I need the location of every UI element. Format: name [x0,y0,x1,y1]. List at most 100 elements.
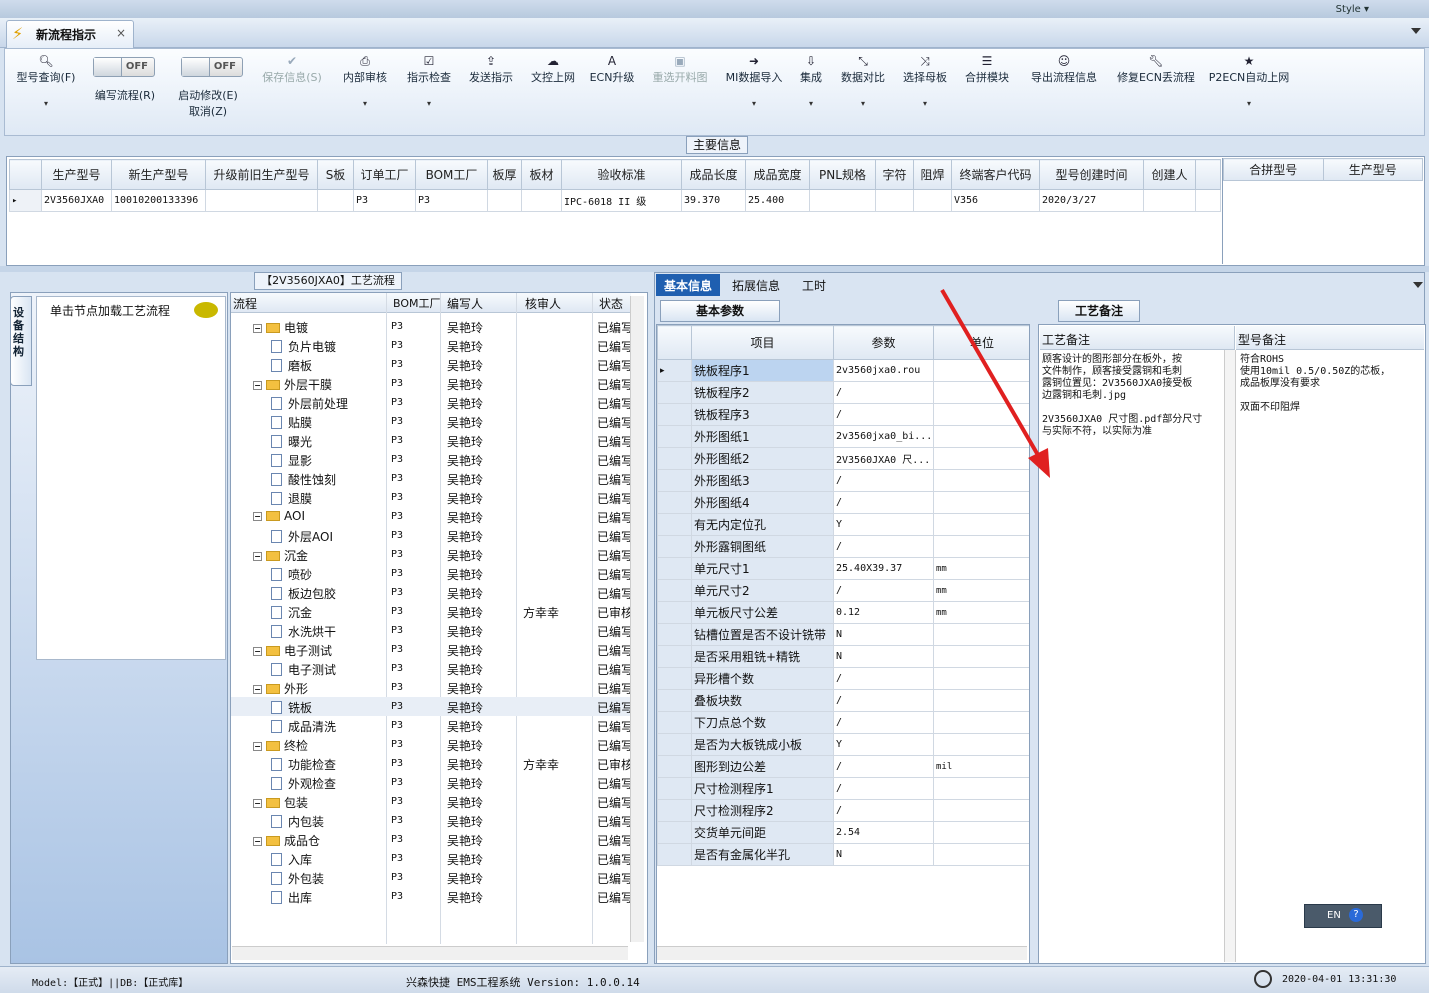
main-cell[interactable] [487,189,522,212]
tree-row[interactable]: 成品清洗 P3 吴艳玲 已编写 [231,716,631,735]
main-col-header[interactable]: 阻焊 [913,159,952,190]
tree-row[interactable]: − 电子测试 P3 吴艳玲 已编写 [231,640,631,659]
main-cell[interactable] [875,189,914,212]
tab-basic-info[interactable]: 基本信息 [656,274,721,296]
main-cell[interactable]: P3 [353,189,416,212]
language-bar[interactable]: EN ? [1304,904,1382,928]
param-value-cell[interactable]: / [833,799,934,822]
tree-row[interactable]: 外层AOI P3 吴艳玲 已编写 [231,526,631,545]
param-unit-cell[interactable]: mm [933,557,1029,580]
tree-row[interactable]: − 外形 P3 吴艳玲 已编写 [231,678,631,697]
process-note-text[interactable]: 顾客设计的图形部分在板外，按 文件制作，顾客接受露铜和毛刺 露铜位置见：2V35… [1042,354,1202,438]
edit-flow-toggle[interactable]: OFF [93,57,155,77]
param-value-cell[interactable]: N [833,623,934,646]
main-col-header[interactable]: 升级前旧生产型号 [205,159,318,190]
param-value-cell[interactable]: / [833,711,934,734]
tree-row[interactable]: − AOI P3 吴艳玲 已编写 [231,507,631,526]
ecn-upgrade-button[interactable]: A ECN升级 [587,53,637,85]
param-row[interactable]: 有无内定位孔 Y [657,513,1029,536]
param-unit-cell[interactable] [933,623,1029,646]
main-col-header[interactable]: 成品长度 [681,159,746,190]
tree-row[interactable]: 曝光 P3 吴艳玲 已编写 [231,431,631,450]
tree-row[interactable]: 喷砂 P3 吴艳玲 已编写 [231,564,631,583]
param-row[interactable]: 外形露铜图纸 / [657,535,1029,558]
main-cell[interactable] [521,189,562,212]
integrate-button[interactable]: ⇩ 集成 ▾ [793,53,829,108]
chevron-down-icon[interactable] [1413,282,1423,288]
main-cell[interactable]: V356 [951,189,1040,212]
param-value-cell[interactable]: / [833,403,934,426]
param-row[interactable]: 外形图纸4/ [657,491,1029,514]
param-value-cell[interactable]: 25.40X39.37 [833,557,934,580]
param-unit-cell[interactable] [933,733,1029,756]
tree-row[interactable]: − 电镀 P3 吴艳玲 已编写 [231,317,631,336]
tree-row[interactable]: 入库 P3 吴艳玲 已编写 [231,849,631,868]
model-query-button[interactable]: 🔍︎ 型号查询(F) ▾ [11,53,81,108]
param-row[interactable]: 单元尺寸2/mm [657,579,1029,602]
main-col-header[interactable]: 成品宽度 [745,159,810,190]
process-flow-vertical-scrollbar[interactable] [630,296,644,942]
note-scrollbar[interactable] [1224,350,1236,962]
main-cell[interactable]: 10010200133396 [111,189,206,212]
main-col-header[interactable]: 终端客户代码 [951,159,1040,190]
param-unit-cell[interactable]: mil [933,755,1029,778]
main-col-header[interactable]: 生产型号 [41,159,112,190]
tree-row[interactable]: 酸性蚀刻 P3 吴艳玲 已编写 [231,469,631,488]
param-unit-cell[interactable] [933,645,1029,668]
model-note-text[interactable]: 符合ROHS 使用10mil 0.5/0.50Z的芯板， 成品板厚没有要求 双面… [1240,354,1390,414]
instruction-check-button[interactable]: ☑ 指示检查 ▾ [401,53,457,108]
main-cell[interactable]: 2020/3/27 [1039,189,1144,212]
tree-row[interactable]: 负片电镀 P3 吴艳玲 已编写 [231,336,631,355]
start-modify-toggle[interactable]: OFF [181,57,243,77]
tree-row[interactable]: 出库 P3 吴艳玲 已编写 [231,887,631,906]
p2ecn-upload-button[interactable]: ★ P2ECN自动上网 ▾ [1205,53,1293,108]
param-value-cell[interactable]: 2V3560JXA0 尺... [833,447,934,470]
param-row[interactable]: 是否采用粗铣+精铣 N [657,645,1029,668]
cancel-label[interactable]: 取消(Z) [173,103,243,119]
help-icon[interactable]: ? [1349,908,1363,922]
main-cell[interactable] [205,189,318,212]
param-row[interactable]: 异形槽个数 / [657,667,1029,690]
param-unit-cell[interactable]: mm [933,579,1029,602]
table-row[interactable]: ▸ 2V3560JXA0 10010200133396 P3 P3 IPC-6018 II… [9,189,1221,212]
collapse-icon[interactable]: − [253,799,262,808]
param-unit-cell[interactable] [933,667,1029,690]
close-icon[interactable]: × [116,26,126,40]
main-col-header[interactable]: 新生产型号 [111,159,206,190]
param-row[interactable]: 下刀点总个数 / [657,711,1029,734]
equipment-tree-box[interactable] [36,296,226,660]
main-cell[interactable]: 25.400 [745,189,810,212]
main-col-header[interactable]: 板材 [521,159,562,190]
tree-row[interactable]: 退膜 P3 吴艳玲 已编写 [231,488,631,507]
tree-row[interactable]: 铣板 P3 吴艳玲 已编写 [231,697,631,716]
param-unit-cell[interactable] [933,491,1029,514]
tree-row[interactable]: 显影 P3 吴艳玲 已编写 [231,450,631,469]
tree-row[interactable]: − 终检 P3 吴艳玲 已编写 [231,735,631,754]
param-unit-cell[interactable]: mm [933,601,1029,624]
collapse-icon[interactable]: − [253,685,262,694]
param-unit-cell[interactable] [933,777,1029,800]
main-col-header[interactable]: S板 [317,159,354,190]
tree-row[interactable]: 贴膜 P3 吴艳玲 已编写 [231,412,631,431]
tree-row[interactable]: 板边包胶 P3 吴艳玲 已编写 [231,583,631,602]
mi-import-button[interactable]: ➜ MI数据导入 ▾ [721,53,787,108]
param-unit-cell[interactable] [933,689,1029,712]
main-cell[interactable] [913,189,952,212]
main-cell[interactable] [809,189,876,212]
param-unit-cell[interactable] [933,799,1029,822]
param-row[interactable]: 是否有金属化半孔 N [657,843,1029,866]
param-row[interactable]: 图形到边公差 / mil [657,755,1029,778]
param-value-cell[interactable]: / [833,469,934,492]
tree-row[interactable]: 功能检查 P3 吴艳玲 方幸幸 已审核 [231,754,631,773]
tree-row[interactable]: 沉金 P3 吴艳玲 方幸幸 已审核 [231,602,631,621]
chevron-down-icon[interactable] [1411,28,1421,34]
param-value-cell[interactable]: 0.12 [833,601,934,624]
tree-row[interactable]: − 沉金 P3 吴艳玲 已编写 [231,545,631,564]
tree-row[interactable]: − 外层干膜 P3 吴艳玲 已编写 [231,374,631,393]
main-col-header[interactable]: PNL规格 [809,159,876,190]
data-compare-button[interactable]: ⤡ 数据对比 ▾ [835,53,891,108]
internal-review-button[interactable]: ⎙ 内部审核 ▾ [337,53,393,108]
style-menu[interactable]: Style ▾ [1336,4,1369,15]
param-value-cell[interactable]: N [833,843,934,866]
main-cell[interactable]: IPC-6018 II 级 [561,189,682,212]
